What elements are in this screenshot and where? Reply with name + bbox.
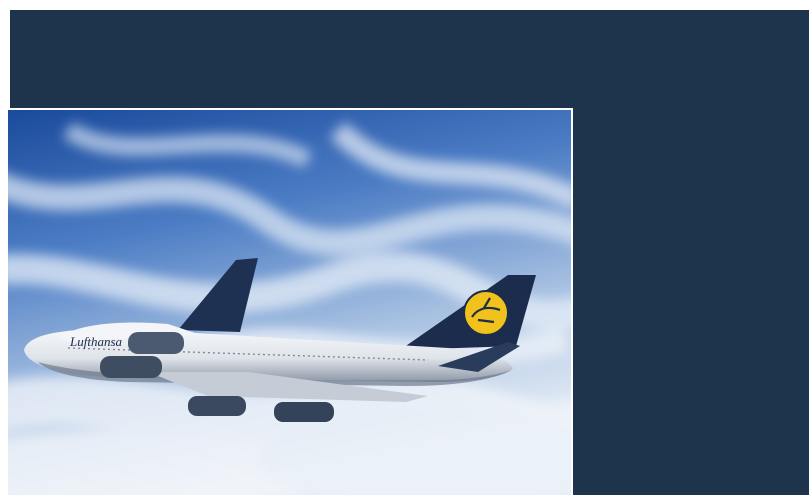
airplane-photo[interactable]: Lufthansa <box>8 110 571 495</box>
crane-logo-icon <box>463 290 509 336</box>
airline-wordmark: Lufthansa <box>69 334 123 349</box>
airplane-illustration: Lufthansa <box>8 110 571 495</box>
